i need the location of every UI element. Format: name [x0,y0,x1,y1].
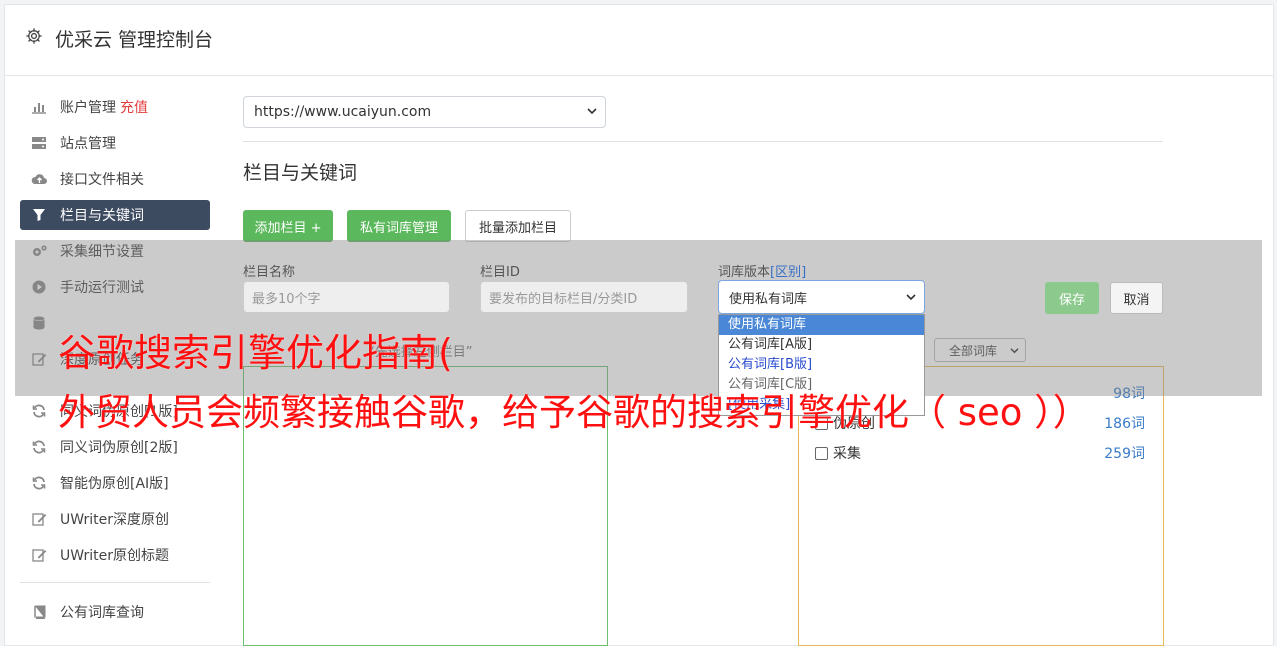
section-title: 栏目与关键词 [243,162,358,184]
sidebar-item-uwriter-deep[interactable]: UWriter深度原创 [20,504,210,534]
filter-icon [30,206,48,224]
column-name-input[interactable]: 最多10个字 [243,281,450,313]
dropdown-option[interactable]: 公有词库[B版] [719,355,924,375]
dropdown-option[interactable]: 使用私有词库 [719,315,924,335]
sidebar-item-label: 公有词库查询 [60,605,144,621]
edit-icon [30,510,48,528]
sidebar-item-account[interactable]: 账户管理 充值 [20,92,210,122]
chevron-down-icon [587,108,597,115]
add-column-button[interactable]: 添加栏目 + [243,210,333,242]
site-select-value: https://www.ucaiyun.com [254,104,432,120]
lib-version-select[interactable]: 使用私有词库 [718,280,925,314]
sidebar-item-label: 站点管理 [60,136,116,152]
sidebar-item-synonym-v2[interactable]: 同义词伪原创[2版] [20,432,210,462]
library-checkbox[interactable] [815,446,828,460]
library-row[interactable]: 采集 259词 [815,443,1145,463]
sidebar-item-sites[interactable]: 站点管理 [20,128,210,158]
cancel-button[interactable]: 取消 [1110,282,1163,314]
private-lib-button[interactable]: 私有词库管理 [347,210,451,242]
sidebar-item-uwriter-title[interactable]: UWriter原创标题 [20,540,210,570]
server-icon [30,134,48,152]
bar-chart-icon [30,98,48,116]
sidebar-item-label: UWriter深度原创 [60,512,169,528]
banner-title: 谷歌搜索引擎优化指南( [58,331,453,375]
banner-subtitle: 外贸人员会频繁接触谷歌，给予谷歌的搜索引擎优化（ seo ）） [58,391,1090,434]
sidebar-item-ai-rewrite[interactable]: 智能伪原创[AI版] [20,468,210,498]
sidebar-item-label: 账户管理 [60,100,116,116]
column-name-placeholder: 最多10个字 [252,291,321,307]
lib-version-label-text: 词库版本 [718,265,771,280]
sidebar-divider [20,582,210,583]
sidebar-item-label: 栏目与关键词 [60,208,144,224]
sidebar-item-public-lib[interactable]: 公有词库查询 [20,597,210,627]
page-title: 优采云 管理控制台 [55,29,214,51]
lib-version-label: 词库版本[区别] [718,261,806,280]
column-id-placeholder: 要发布的目标栏目/分类ID [489,291,638,307]
sidebar-item-label: 同义词伪原创[2版] [60,440,178,456]
column-id-label: 栏目ID [480,265,520,280]
edit-icon [30,546,48,564]
divider [243,141,1163,142]
column-name-label: 栏目名称 [243,265,296,280]
column-id-input[interactable]: 要发布的目标栏目/分类ID [480,281,688,313]
lib-version-diff-link[interactable]: [区别] [770,265,806,280]
sidebar-item-interface[interactable]: 接口文件相关 [20,164,210,194]
cloud-upload-icon [30,170,48,188]
batch-add-button[interactable]: 批量添加栏目 [465,210,571,242]
sidebar-item-columns[interactable]: 栏目与关键词 [20,200,210,230]
save-button[interactable]: 保存 [1045,282,1099,314]
site-select[interactable]: https://www.ucaiyun.com [243,96,606,128]
library-count: 186词 [1104,416,1145,432]
refresh-icon [30,402,48,420]
library-name: 采集 [833,446,861,462]
refresh-icon [30,474,48,492]
lib-version-value: 使用私有词库 [729,291,808,307]
refresh-icon [30,438,48,456]
sidebar-item-label: 接口文件相关 [60,172,144,188]
dropdown-option[interactable]: 公有词库[A版] [719,335,924,355]
sidebar-item-label: 智能伪原创[AI版] [60,476,169,492]
library-count: 259词 [1104,446,1145,462]
gear-icon [26,28,42,44]
chevron-down-icon [906,294,916,301]
console-header: 优采云 管理控制台 [5,5,1273,76]
sidebar-item-label: UWriter原创标题 [60,548,169,564]
book-icon [30,603,48,621]
recharge-link[interactable]: 充值 [120,97,148,117]
